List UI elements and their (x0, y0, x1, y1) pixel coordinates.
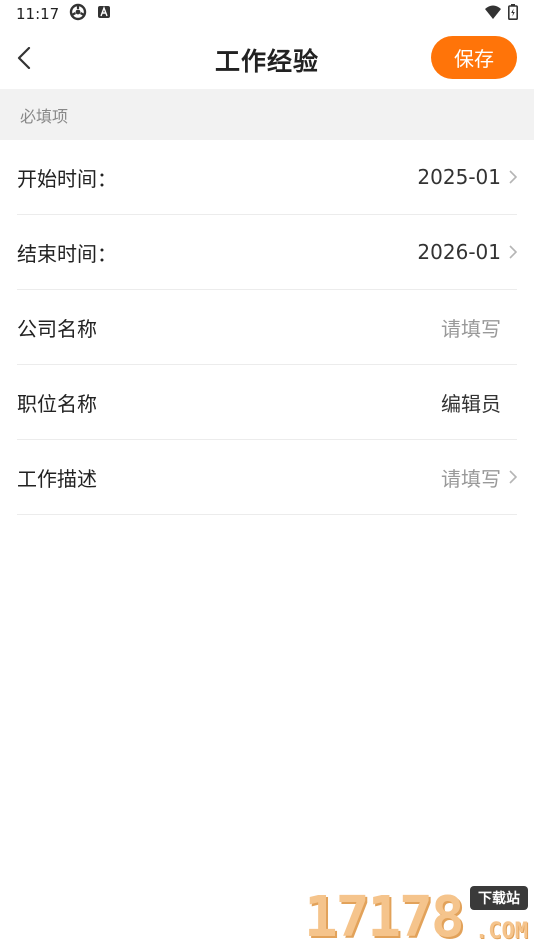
status-bar: 11:17 (0, 0, 534, 28)
position-name-input[interactable]: 编辑员 (441, 388, 501, 417)
row-company-name[interactable]: 公司名称 请填写 (17, 290, 517, 365)
row-end-time[interactable]: 结束时间： 2026-01 (17, 215, 517, 290)
form-list: 开始时间： 2025-01 结束时间： 2026-01 公司名称 请填写 职位名… (0, 140, 534, 515)
chevron-right-icon (503, 170, 517, 184)
end-time-right: 2026-01 (417, 240, 517, 264)
section-header-required: 必填项 (0, 89, 534, 140)
job-description-value: 请填写 (441, 466, 501, 491)
end-time-label: 结束时间： (17, 241, 117, 266)
row-position-name[interactable]: 职位名称 编辑员 (17, 365, 517, 440)
status-time: 11:17 (16, 5, 60, 23)
chevron-right-icon (503, 470, 517, 484)
position-name-label: 职位名称 (17, 391, 97, 416)
nav-bar: 工作经验 保存 (0, 28, 534, 88)
section-title: 必填项 (20, 106, 69, 126)
company-name-label: 公司名称 (17, 316, 97, 341)
company-name-input[interactable]: 请填写 (441, 313, 501, 342)
status-left: 11:17 (16, 3, 111, 25)
watermark-domain: .COM (475, 919, 528, 944)
save-button[interactable]: 保存 (431, 36, 517, 79)
start-time-label: 开始时间： (17, 166, 117, 191)
watermark-numbers: 17178 (304, 885, 465, 950)
position-name-right: 编辑员 (441, 388, 517, 417)
watermark-badge: 下载站 (470, 886, 528, 910)
battery-icon (508, 4, 518, 24)
end-time-value: 2026-01 (417, 240, 501, 264)
job-description-label: 工作描述 (17, 466, 97, 491)
settings-status-icon (69, 3, 87, 25)
row-job-description[interactable]: 工作描述 请填写 (17, 440, 517, 515)
status-right (484, 4, 518, 24)
start-time-right: 2025-01 (417, 165, 517, 189)
keyboard-status-icon (97, 5, 111, 23)
row-start-time[interactable]: 开始时间： 2025-01 (17, 140, 517, 215)
start-time-value: 2025-01 (417, 165, 501, 189)
company-name-right: 请填写 (441, 313, 517, 342)
chevron-right-icon (503, 245, 517, 259)
wifi-icon (484, 4, 502, 24)
watermark-logo: 17178 下载站 .COM (304, 886, 530, 948)
job-description-right: 请填写 (441, 463, 517, 492)
